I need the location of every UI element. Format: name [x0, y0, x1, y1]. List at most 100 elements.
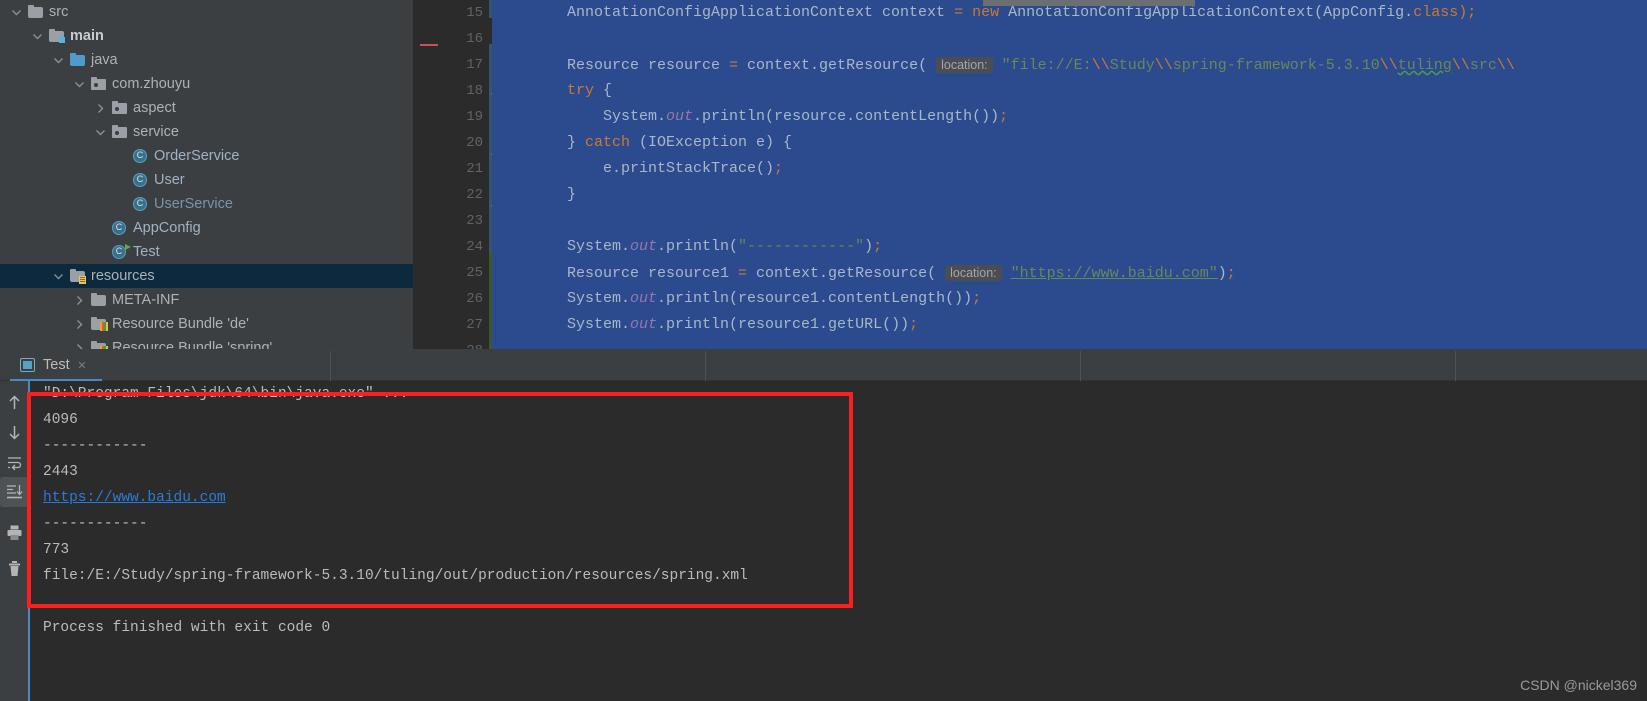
source-folder-icon — [49, 28, 65, 44]
line-number: 23 — [466, 213, 483, 229]
tab-test[interactable]: Test × — [10, 349, 96, 381]
tree-item-userservice[interactable]: C UserService — [0, 192, 413, 216]
package-icon — [91, 76, 107, 92]
code-line[interactable]: System.out.println(resource.contentLengt… — [492, 104, 1647, 130]
folder-icon — [70, 52, 86, 68]
console-link[interactable]: https://www.baidu.com — [43, 490, 226, 506]
close-icon[interactable]: × — [78, 357, 87, 374]
tree-item-aspect[interactable]: aspect — [0, 96, 413, 120]
console-output[interactable]: "D:\Program Files\jdk\64\bin\java.exe" .… — [28, 381, 1647, 701]
line-number: 26 — [466, 291, 483, 307]
chevron-right-icon[interactable] — [94, 102, 107, 115]
console-line: "D:\Program Files\jdk\64\bin\java.exe" .… — [28, 381, 1647, 407]
tree-item-label: UserService — [154, 195, 233, 212]
run-tab-bar: Test × — [0, 349, 1647, 382]
project-tree[interactable]: src main java com.zhouyu aspect service C Order… — [0, 0, 413, 349]
code-line[interactable]: } — [492, 182, 1647, 208]
package-icon — [112, 124, 128, 140]
tree-item-java[interactable]: java — [0, 48, 413, 72]
line-number: 16 — [466, 31, 483, 47]
chevron-down-icon[interactable] — [31, 30, 44, 43]
line-number: 28 — [441, 338, 487, 349]
tree-item-user[interactable]: C User — [0, 168, 413, 192]
runnable-class-icon: C — [112, 244, 131, 260]
tree-item-main[interactable]: main — [0, 24, 413, 48]
top-section: src main java com.zhouyu aspect service C Order… — [0, 0, 1647, 349]
line-number: 20 — [466, 135, 483, 151]
class-icon: C — [112, 220, 128, 236]
tree-item-label: Resource Bundle 'de' — [112, 315, 249, 332]
folder-icon — [91, 292, 107, 308]
console-line: https://www.baidu.com — [28, 485, 1647, 511]
tree-item-label: com.zhouyu — [112, 75, 191, 92]
tree-item-appconfig[interactable]: C AppConfig — [0, 216, 413, 240]
chevron-right-icon[interactable] — [73, 294, 86, 307]
tree-item-meta-inf[interactable]: META-INF — [0, 288, 413, 312]
chevron-right-icon[interactable] — [73, 318, 86, 331]
tree-item-label: resources — [91, 267, 155, 284]
tree-item-resource-bundle-de[interactable]: Resource Bundle 'de' — [0, 312, 413, 336]
tree-item-label: Resource Bundle 'spring' — [112, 339, 273, 349]
chevron-right-icon[interactable] — [73, 342, 86, 349]
class-icon: C — [133, 148, 149, 164]
tree-item-label: User — [154, 171, 185, 188]
code-text[interactable]: AnnotationConfigApplicationContext conte… — [492, 0, 1647, 349]
soft-wrap-icon[interactable] — [0, 447, 28, 477]
tree-item-label: OrderService — [154, 147, 240, 164]
scroll-to-end-icon[interactable] — [0, 477, 28, 507]
chevron-down-icon[interactable] — [94, 126, 107, 139]
code-line[interactable]: try { — [492, 78, 1647, 104]
console-line: Process finished with exit code 0 — [43, 620, 331, 636]
tree-item-orderservice[interactable]: C OrderService — [0, 144, 413, 168]
tree-item-label: META-INF — [112, 291, 180, 308]
code-line[interactable] — [492, 338, 1647, 349]
console-line: ------------ — [43, 516, 148, 532]
code-line[interactable] — [492, 26, 1647, 52]
run-config-icon — [20, 358, 35, 372]
tree-item-resources[interactable]: resources — [0, 264, 413, 288]
code-line[interactable]: } catch (IOException e) { — [492, 130, 1647, 156]
tree-item-com-zhouyu[interactable]: com.zhouyu — [0, 72, 413, 96]
tree-item-label: service — [133, 123, 179, 140]
console-line: 773 — [43, 542, 70, 558]
tree-item-service[interactable]: service — [0, 120, 413, 144]
line-number: 15 — [466, 5, 483, 21]
folder-icon — [28, 4, 44, 20]
code-line[interactable]: System.out.println("------------"); — [492, 234, 1647, 260]
chevron-down-icon[interactable] — [10, 6, 23, 19]
chevron-down-icon[interactable] — [52, 270, 65, 283]
code-line[interactable]: Resource resource1 = context.getResource… — [492, 260, 1647, 286]
tree-item-src[interactable]: src — [0, 0, 413, 24]
tree-item-label: java — [91, 51, 118, 68]
resource-bundle-icon — [91, 340, 108, 349]
print-icon[interactable] — [0, 517, 28, 547]
tree-item-label: AppConfig — [133, 219, 201, 236]
console-toolbar[interactable] — [0, 381, 28, 701]
resources-folder-icon — [70, 268, 86, 284]
tree-item-resource-bundle-spring[interactable]: Resource Bundle 'spring' — [0, 336, 413, 349]
console-line: 2443 — [43, 464, 78, 480]
up-arrow-icon[interactable] — [0, 387, 28, 417]
chevron-down-icon[interactable] — [52, 54, 65, 67]
code-line[interactable]: System.out.println(resource1.contentLeng… — [492, 286, 1647, 312]
line-number: 25 — [466, 265, 483, 281]
chevron-down-icon[interactable] — [73, 78, 86, 91]
class-icon: C — [133, 172, 149, 188]
tree-item-label: src — [49, 3, 69, 20]
code-line[interactable]: System.out.println(resource1.getURL()); — [492, 312, 1647, 338]
error-stripe-marker — [420, 44, 438, 46]
code-line[interactable]: Resource resource = context.getResource(… — [492, 52, 1647, 78]
editor-horizontal-scrollbar[interactable] — [983, 0, 1195, 6]
class-icon: C — [133, 196, 149, 212]
line-number: 18 — [466, 83, 483, 99]
tree-item-test[interactable]: C Test — [0, 240, 413, 264]
resource-bundle-icon — [91, 316, 108, 332]
code-editor[interactable]: 15 16 17 18 19 20 21 22 23 24 25 26 27 28 AnnotationC… — [413, 0, 1647, 349]
code-line[interactable]: e.printStackTrace(); — [492, 156, 1647, 182]
trash-icon[interactable] — [0, 553, 28, 583]
down-arrow-icon[interactable] — [0, 417, 28, 447]
console-line: ------------ — [43, 438, 148, 454]
line-number: 22 — [466, 187, 483, 203]
code-line[interactable] — [492, 208, 1647, 234]
